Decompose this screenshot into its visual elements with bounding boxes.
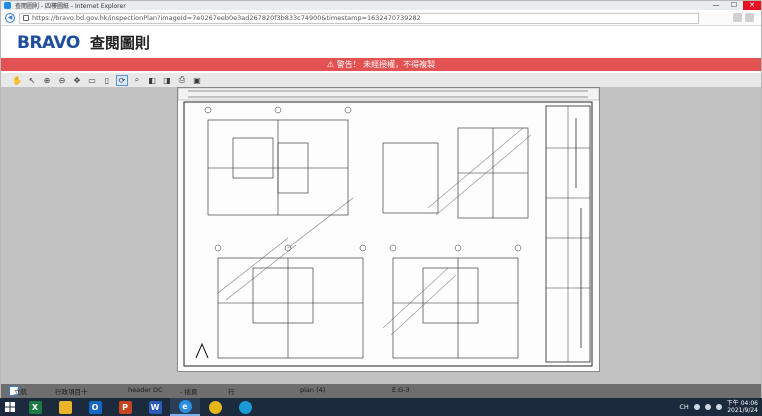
- page-next-icon[interactable]: ◨: [161, 75, 173, 86]
- zoom-in-icon[interactable]: ⊕: [41, 75, 53, 86]
- clock[interactable]: 下午 04:06 2021/9/24: [727, 400, 758, 414]
- url-field[interactable]: https://bravo.bd.gov.hk/inspectionPlan?i…: [19, 12, 699, 24]
- architectural-drawing[interactable]: [177, 87, 600, 372]
- bravo-logo: BRAVO: [17, 33, 80, 53]
- title-bar: 查閱圖則 - 四樓圖紙 - Internet Explorer — ☐ ✕: [1, 1, 761, 10]
- powerpoint-icon: P: [118, 400, 132, 414]
- taskbar-ie[interactable]: e: [170, 398, 200, 416]
- bg-text-a: 立航: [14, 388, 27, 396]
- browser-window: 查閱圖則 - 四樓圖紙 - Internet Explorer — ☐ ✕ ◀ …: [0, 0, 762, 398]
- browser-actions: [733, 13, 755, 23]
- battery-icon[interactable]: [715, 404, 722, 410]
- edge-icon: [238, 400, 252, 414]
- ie-icon: e: [178, 399, 192, 413]
- zoom-out-icon[interactable]: ⊖: [56, 75, 68, 86]
- system-tray: CH 下午 04:06 2021/9/24: [679, 398, 758, 416]
- input-language[interactable]: CH: [679, 403, 688, 411]
- taskbar-word[interactable]: W: [140, 398, 170, 416]
- ie-icon: [4, 2, 11, 9]
- document-viewer[interactable]: [1, 87, 761, 384]
- hand-icon[interactable]: ✋: [11, 75, 23, 86]
- taskbar-outlook[interactable]: O: [80, 398, 110, 416]
- fit-page-icon[interactable]: ▯: [101, 75, 113, 86]
- word-icon: W: [148, 400, 162, 414]
- rotate-icon[interactable]: ⟳: [116, 74, 128, 86]
- maximize-button[interactable]: ☐: [725, 1, 743, 10]
- clock-time: 下午 04:06: [726, 400, 758, 407]
- start-button[interactable]: [0, 398, 20, 416]
- clock-date: 2021/9/24: [727, 407, 758, 414]
- page-prev-icon[interactable]: ◧: [146, 75, 158, 86]
- home-icon[interactable]: [733, 13, 742, 22]
- outlook-icon: O: [88, 400, 102, 414]
- minimize-button[interactable]: —: [707, 1, 725, 10]
- magnify-icon[interactable]: ⌕: [131, 75, 143, 86]
- taskbar-explorer[interactable]: [50, 398, 80, 416]
- windows-taskbar: X O P W e CH 下午 04:06 2021/9/24: [0, 398, 762, 416]
- pan-icon[interactable]: ✥: [71, 75, 83, 86]
- bg-text-c: header DC: [128, 386, 163, 394]
- logo-text: BRAVO: [17, 32, 80, 53]
- north-arrow: [195, 342, 209, 359]
- bg-text-g: E.G-3: [392, 386, 410, 394]
- chrome-icon: [208, 400, 222, 414]
- print-icon[interactable]: ⎙: [176, 75, 188, 86]
- site-header: BRAVO 查閱圖則: [1, 27, 761, 58]
- address-bar: ◀ https://bravo.bd.gov.hk/inspectionPlan…: [1, 11, 761, 26]
- taskbar-chrome[interactable]: [200, 398, 230, 416]
- bg-text-e: 行: [228, 388, 235, 396]
- windows-icon: [5, 402, 15, 412]
- lock-icon: [23, 15, 29, 21]
- url-text[interactable]: https://bravo.bd.gov.hk/inspectionPlan?i…: [32, 14, 421, 22]
- window-controls: — ☐ ✕: [707, 1, 761, 10]
- close-button[interactable]: ✕: [743, 1, 761, 10]
- warning-banner: ⚠ 警告！ 未經授權，不得複製: [1, 58, 761, 71]
- folder-icon: [58, 400, 72, 414]
- settings-icon[interactable]: [745, 13, 754, 22]
- window-title: 查閱圖則 - 四樓圖紙 - Internet Explorer: [15, 3, 126, 10]
- viewer-toolbar: ✋ ↖ ⊕ ⊖ ✥ ▭ ▯ ⟳ ⌕ ◧ ◨ ⎙ ▣: [1, 73, 761, 87]
- drawing-svg: [177, 87, 600, 367]
- back-button[interactable]: ◀: [5, 13, 15, 23]
- bg-text-b: 行政項目十: [55, 388, 88, 396]
- bg-text-d: - 插頁: [180, 388, 198, 396]
- taskbar-edge[interactable]: [230, 398, 260, 416]
- status-bar: [1, 384, 761, 398]
- volume-icon[interactable]: [704, 404, 711, 410]
- pointer-icon[interactable]: ↖: [26, 75, 38, 86]
- page-title: 查閱圖則: [89, 34, 150, 52]
- bg-text-f: plan (4): [300, 386, 326, 394]
- save-icon[interactable]: ▣: [191, 75, 203, 86]
- taskbar-powerpoint[interactable]: P: [110, 398, 140, 416]
- taskbar-excel[interactable]: X: [20, 398, 50, 416]
- fit-width-icon[interactable]: ▭: [86, 75, 98, 86]
- excel-icon: X: [28, 400, 42, 414]
- network-icon[interactable]: [693, 404, 700, 410]
